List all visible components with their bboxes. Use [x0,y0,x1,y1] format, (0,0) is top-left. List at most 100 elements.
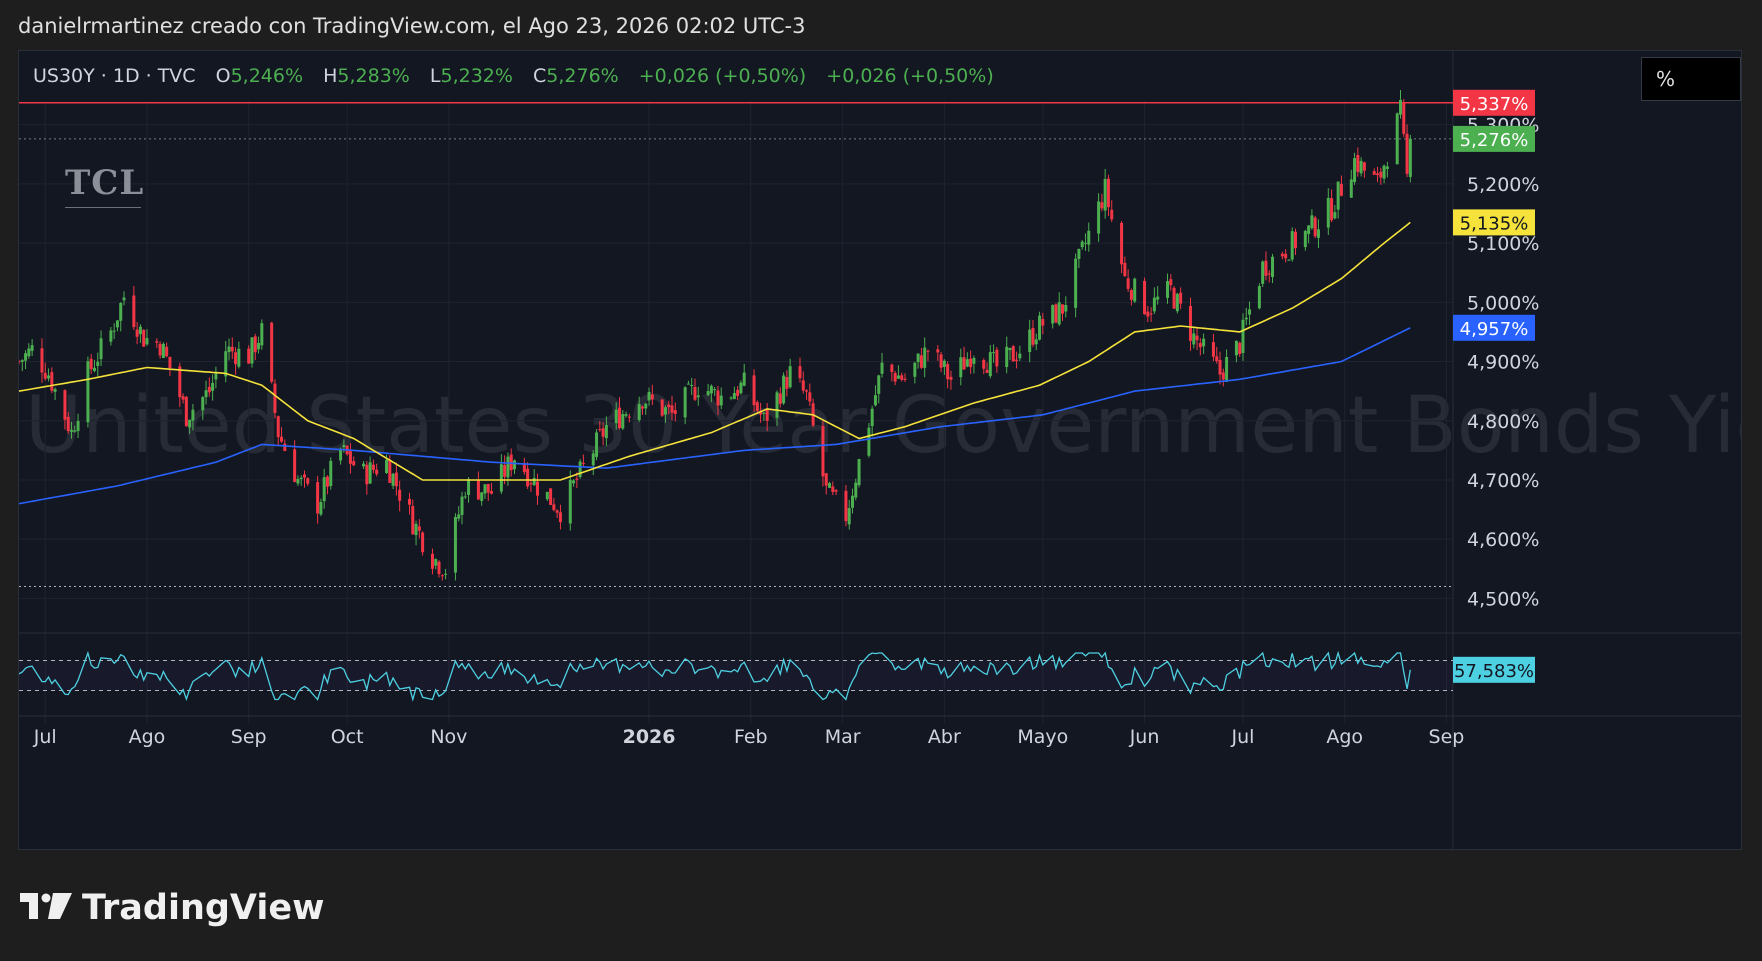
candle [1106,178,1110,208]
candle [109,330,113,342]
candle [801,380,805,391]
candle [1054,304,1058,323]
candle [339,448,343,461]
candle [142,329,146,347]
candle [857,459,861,486]
candle [965,359,969,367]
candle [683,387,687,418]
candle [1061,304,1065,314]
candle [526,468,530,487]
open-value: 5,246% [230,65,304,87]
candle [260,323,264,346]
candle [460,496,464,515]
candle [936,349,940,353]
candle [214,373,218,380]
candle [115,320,119,328]
ma200-line [19,327,1411,505]
candle [890,364,894,372]
ohlc-legend: US30Y · 1D · TVC O5,246% H5,283% L5,232%… [33,65,994,87]
candle [135,329,139,337]
candle [138,326,142,335]
candle [828,483,832,488]
candle [1198,343,1202,348]
symbol-label[interactable]: US30Y · 1D · TVC [33,65,196,87]
candle [532,478,536,486]
candle [1293,231,1297,249]
candle [1169,279,1173,286]
candle [1034,339,1038,345]
candle [506,456,510,478]
candle [234,352,238,365]
candle [713,389,717,391]
candle [1179,292,1183,304]
candle [667,404,671,408]
candle [463,496,467,498]
candle [903,378,907,380]
candle [178,366,182,398]
candle [1172,287,1176,309]
candle [939,354,943,368]
y-tick-label: 4,900% [1467,352,1539,374]
chart-panel[interactable]: United States 30 Year Government Bonds Y… [18,50,1742,850]
candle [368,462,372,484]
candle [43,372,47,379]
candle [578,461,582,478]
candle [808,392,812,402]
candle [742,372,746,386]
price-label: 5,135% [1460,213,1529,234]
candle [690,385,694,387]
tradingview-wordmark: TradingView [82,888,325,928]
candle [467,479,471,495]
candle [1333,212,1337,219]
candle [1303,230,1307,248]
candle [1005,346,1009,368]
price-label: 4,957% [1460,319,1529,340]
price-label: 5,337% [1460,94,1529,115]
candle [89,358,93,370]
candle [926,350,930,352]
candle [1280,253,1284,257]
candle [293,449,297,483]
candle [1241,319,1245,353]
candle [752,375,756,406]
candle [184,396,188,427]
chart-canvas[interactable]: 5,300%5,200%5,100%5,000%4,900%4,800%4,70… [19,51,1742,850]
candle [778,393,782,404]
candle [591,453,595,466]
candle [663,407,667,415]
candle [568,479,572,524]
change-value: +0,026 (+0,50%) [638,65,807,87]
high-value: 5,283% [337,65,410,87]
open-key: O [215,65,231,87]
candle [1402,103,1406,134]
candle [276,416,280,438]
tradingview-logo[interactable]: TradingView [20,888,324,928]
candle [1211,342,1215,357]
candle [1120,222,1124,265]
candle [1310,215,1314,228]
candle [398,489,402,501]
candle [988,352,992,377]
candle [732,393,736,400]
candle [1372,171,1376,175]
candle [486,483,490,493]
candle [831,486,835,492]
candle [1103,178,1107,211]
candle [66,416,70,432]
candle [270,322,274,382]
candle [247,348,251,364]
candle [483,484,487,494]
y-tick-label: 5,000% [1467,292,1539,314]
candle [575,478,579,480]
candle [1313,217,1317,237]
candle [365,464,369,485]
candle [513,460,517,470]
percent-scale-button[interactable]: % [1641,57,1741,101]
candle [1192,333,1196,345]
candle [1307,225,1311,234]
candle [204,390,208,398]
candle [919,355,923,368]
candle [440,575,444,577]
x-tick-label: Abr [928,726,961,748]
candle [385,459,389,473]
